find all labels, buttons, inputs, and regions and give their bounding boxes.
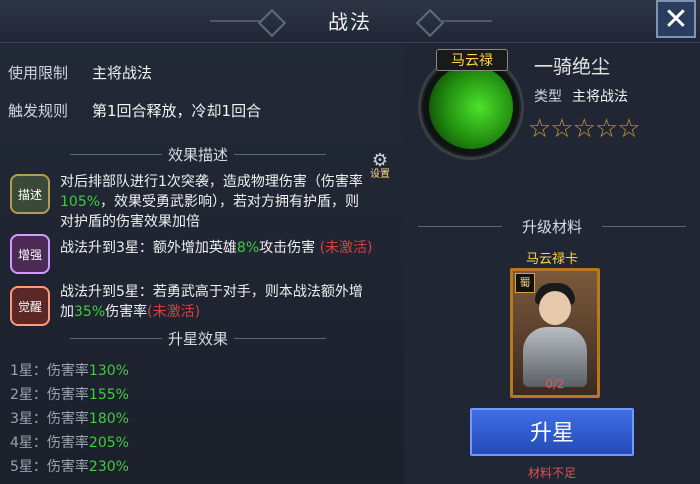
- effect-section-header: 效果描述: [70, 144, 326, 164]
- type-value: 主将战法: [572, 89, 628, 105]
- star-row: 1星：伤害率130%: [10, 363, 129, 379]
- material-card-title: 马云禄卡: [525, 252, 578, 267]
- effect-section-title: 效果描述: [167, 146, 228, 164]
- material-card[interactable]: 蜀 0/2: [510, 268, 600, 398]
- material-section-header: 升级材料: [418, 216, 686, 236]
- skill-name: 一骑绝尘: [534, 56, 611, 78]
- skill-detail-panel: 使用限制 主将战法 触发规则 第1回合释放，冷却1回合 ⚙ 设置 效果描述 描述…: [0, 44, 400, 484]
- star-row: 2星：伤害率155%: [10, 387, 129, 403]
- hero-face: [539, 291, 571, 325]
- close-button[interactable]: ✕: [656, 0, 696, 38]
- faction-badge: 蜀: [515, 273, 535, 293]
- describe-badge-icon: 描述: [10, 174, 50, 214]
- material-count: 0/2: [545, 377, 565, 391]
- trigger-label: 触发规则: [8, 102, 69, 120]
- upgrade-star-button[interactable]: 升星: [470, 408, 634, 456]
- usage-value: 主将战法: [92, 64, 153, 82]
- rider-silhouette-icon: [429, 65, 513, 149]
- hero-name-tag: 马云禄: [436, 49, 508, 71]
- enhance-badge-icon: 增强: [10, 234, 50, 274]
- skill-panel: 战法 ✕ 使用限制 主将战法 触发规则 第1回合释放，冷却1回合 ⚙ 设置 效果…: [0, 0, 700, 484]
- awaken-badge-icon: 觉醒: [10, 286, 50, 326]
- star-row: 4星：伤害率205%: [10, 435, 129, 451]
- star-section-title: 升星效果: [167, 330, 228, 348]
- gear-icon: ⚙: [371, 150, 389, 171]
- title-bar: 战法 ✕: [0, 0, 700, 43]
- star-section-header: 升星效果: [70, 328, 326, 348]
- material-section-title: 升级材料: [521, 218, 582, 236]
- hero-panel: 马云禄 一骑绝尘 类型 主将战法 ☆☆☆☆☆ 升级材料 马云禄卡 蜀 0/2 升…: [404, 44, 700, 484]
- star-row: 5星：伤害率230%: [10, 459, 129, 475]
- star-rating: ☆☆☆☆☆: [528, 114, 641, 144]
- usage-label: 使用限制: [8, 64, 69, 82]
- star-row: 3星：伤害率180%: [10, 411, 129, 427]
- type-label: 类型: [534, 89, 562, 105]
- enhance-description: 战法升到3星：额外增加英雄8%攻击伤害 (未激活): [60, 240, 373, 256]
- enhance-status-tag: (未激活): [319, 240, 373, 256]
- awaken-description: 战法升到5星：若勇武高于对手，则本战法额外增 加35%伤害率(未激活): [60, 284, 363, 320]
- title-ornament-line-right: [440, 20, 492, 22]
- page-title: 战法: [328, 10, 372, 34]
- effect-description: 对后排部队进行1次突袭，造成物理伤害（伤害率 105%，效果受勇武影响），若对方…: [60, 174, 363, 230]
- insufficient-materials-warning: 材料不足: [527, 466, 576, 480]
- awaken-status-tag: (未激活): [147, 304, 201, 320]
- trigger-value: 第1回合释放，冷却1回合: [92, 102, 262, 120]
